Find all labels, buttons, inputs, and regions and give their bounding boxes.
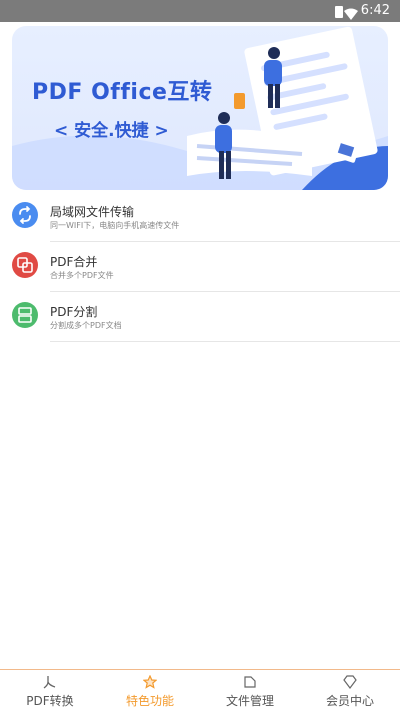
promo-banner[interactable]: PDF Office互转 < 安全.快捷 > bbox=[12, 26, 388, 190]
tab-label: PDF转换 bbox=[26, 694, 74, 708]
featured-icon bbox=[142, 674, 158, 689]
list-item-pdf-merge[interactable]: PDF合并 合并多个PDF文件 bbox=[0, 242, 400, 292]
bottom-tab-bar: PDF转换 特色功能 文件管理 会员中心 bbox=[0, 669, 400, 710]
feature-list: 局域网文件传输 同一WIFI下，电脑向手机高速传文件 PDF合并 合并多个PDF… bbox=[0, 192, 400, 342]
tab-label: 文件管理 bbox=[225, 694, 274, 708]
list-item-label: PDF分割 bbox=[50, 305, 98, 319]
status-bar: 6:42 bbox=[0, 0, 400, 22]
wifi-icon bbox=[344, 5, 358, 24]
pdf-convert-icon bbox=[43, 674, 57, 689]
battery-icon bbox=[334, 4, 344, 23]
list-item-pdf-split[interactable]: PDF分割 分割成多个PDF文档 bbox=[0, 292, 400, 342]
merge-icon bbox=[12, 252, 38, 278]
tab-label: 特色功能 bbox=[125, 694, 174, 708]
list-item-label: 局域网文件传输 bbox=[50, 205, 135, 219]
tab-pdf-convert[interactable]: PDF转换 bbox=[0, 670, 100, 710]
tab-label: 会员中心 bbox=[325, 694, 374, 708]
list-item-label: PDF合并 bbox=[50, 255, 98, 269]
tab-member-center[interactable]: 会员中心 bbox=[300, 670, 400, 710]
list-item-desc: 同一WIFI下，电脑向手机高速传文件 bbox=[50, 221, 180, 230]
status-time: 6:42 bbox=[360, 3, 390, 18]
tab-featured[interactable]: 特色功能 bbox=[100, 670, 200, 710]
divider bbox=[50, 341, 400, 342]
list-item-lan-transfer[interactable]: 局域网文件传输 同一WIFI下，电脑向手机高速传文件 bbox=[0, 192, 400, 242]
banner-subtitle: < 安全.快捷 > bbox=[54, 121, 169, 141]
transfer-icon bbox=[12, 202, 38, 228]
split-icon bbox=[12, 302, 38, 328]
folder-icon bbox=[243, 674, 257, 688]
list-item-desc: 合并多个PDF文件 bbox=[50, 271, 114, 280]
banner-illustration bbox=[12, 26, 388, 190]
banner-title: PDF Office互转 bbox=[32, 80, 213, 105]
diamond-icon bbox=[343, 674, 357, 689]
tab-file-manager[interactable]: 文件管理 bbox=[200, 670, 300, 710]
list-item-desc: 分割成多个PDF文档 bbox=[50, 321, 122, 330]
